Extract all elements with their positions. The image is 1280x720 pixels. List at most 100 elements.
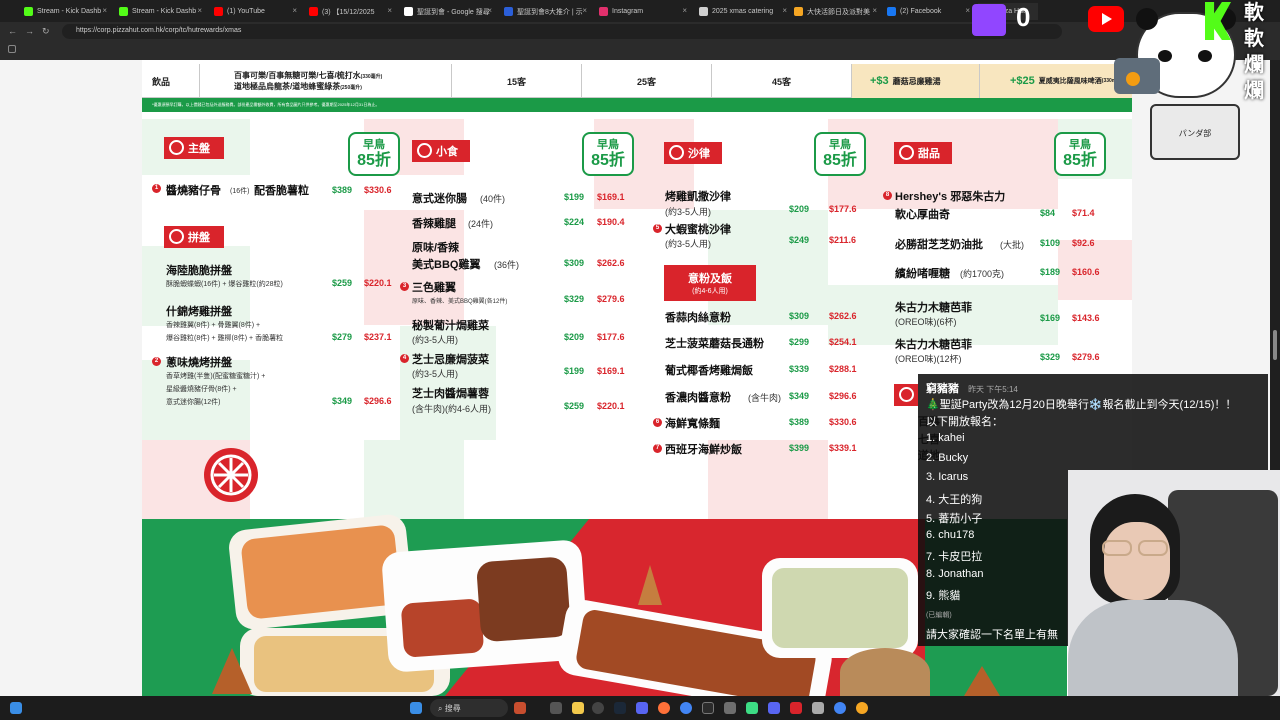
tree-decoration-icon (964, 666, 1000, 696)
discord-icon[interactable] (636, 702, 648, 714)
tab-title: 大快活節日及派對美 (807, 8, 870, 16)
reload-icon[interactable]: ↻ (42, 26, 50, 37)
close-icon[interactable]: × (102, 6, 107, 15)
menu-item-name: 烤雞凱撒沙律 (665, 191, 731, 203)
close-icon[interactable]: × (582, 6, 587, 15)
menu-item-name: 原味/香辣 (412, 242, 460, 254)
kick-icon (119, 7, 128, 16)
tab-google[interactable]: 聖誕到會 - Google 搜尋 × (400, 3, 495, 20)
terminal-icon[interactable] (702, 702, 714, 714)
tab-title: (1) YouTube (227, 8, 265, 15)
app-icon[interactable] (812, 702, 824, 714)
apps-icon[interactable] (8, 45, 16, 53)
obs-icon[interactable] (592, 702, 604, 714)
close-icon[interactable]: × (487, 6, 492, 15)
tab-kick-2[interactable]: Stream - Kick Dashb × (115, 3, 205, 20)
back-icon[interactable]: ← (8, 26, 17, 36)
tab-title: (2) Facebook (900, 8, 942, 15)
bookmarks-bar (0, 40, 1280, 60)
address-bar[interactable]: https://corp.pizzahut.com.hk/corp/tc/hut… (62, 24, 1062, 39)
close-icon[interactable]: × (292, 6, 297, 15)
tab-xmas-catering[interactable]: 2025 xmas catering × (695, 3, 790, 20)
regular-price: $249 (789, 235, 810, 245)
item-number: 2 (152, 357, 161, 366)
regular-price: $259 (564, 401, 585, 411)
chat-name-8: 8. Jonathan (926, 568, 984, 580)
app-icon[interactable] (724, 702, 736, 714)
snowflake-icon (899, 145, 914, 160)
menu-item-detail: (含牛肉) (748, 393, 781, 403)
menu-item-detail-2: 星級醬燒豬仔骨(8件) + (166, 386, 237, 393)
close-icon[interactable]: × (197, 6, 202, 15)
item-number: 3 (400, 282, 409, 291)
menu-item-detail: (16件) (230, 188, 250, 195)
chrome-icon[interactable] (834, 702, 846, 714)
chat-message-2: 以下開放報名： (926, 416, 1003, 428)
addon-soup-name: 蘑菇忌廉雞湯 (892, 76, 941, 86)
site-icon (794, 7, 803, 16)
tab-fairwood[interactable]: 大快活節日及派對美 × (790, 3, 880, 20)
tab-article[interactable]: 聖誕到會8大推介 | 示 × (500, 3, 590, 20)
addon-soup-price: +$3 (870, 75, 889, 87)
webcam-feed (1068, 470, 1280, 696)
regular-price: $109 (1040, 238, 1061, 248)
menu-item-detail: (36件) (494, 260, 520, 270)
tab-kick-1[interactable]: Stream - Kick Dashb × (20, 3, 110, 20)
regular-price: $309 (564, 258, 585, 268)
snowflake-icon (417, 143, 432, 158)
close-icon[interactable]: × (965, 6, 970, 15)
app-icon[interactable] (856, 702, 868, 714)
tab-youtube-live[interactable]: (3) 【15/12/2025 × (305, 3, 395, 20)
close-icon[interactable]: × (387, 6, 392, 15)
menu-item-name: Hershey's 邪惡朱古力 (895, 191, 1006, 203)
regular-price: $84 (1040, 208, 1056, 218)
menu-item-detail: 酥脆蝦蝶蝦(16件) + 爆谷雞粒(約28粒) (166, 281, 283, 288)
section-header-partial (894, 384, 918, 406)
food-plate-spinach (762, 558, 918, 658)
search-icon: ⌕ (438, 704, 445, 713)
regular-price: $169 (1040, 313, 1061, 323)
streamer-face (1104, 522, 1170, 600)
taskbar-search[interactable]: ⌕ 搜尋 (430, 699, 508, 717)
task-view-icon[interactable] (550, 702, 562, 714)
close-icon[interactable]: × (682, 6, 687, 15)
firefox-icon[interactable] (658, 702, 670, 714)
tab-title: 聖誕到會 - Google 搜尋 (417, 8, 490, 16)
google-icon (404, 7, 413, 16)
early-bird-price: $160.6 (1072, 267, 1100, 277)
windows-taskbar: ⌕ 搜尋 (0, 696, 1280, 720)
early-bird-price: $279.6 (1072, 352, 1100, 362)
regular-price: $209 (789, 204, 810, 214)
windows-start-icon[interactable] (410, 702, 422, 714)
regular-price: $299 (789, 337, 810, 347)
app-icon[interactable] (790, 702, 802, 714)
forward-icon[interactable]: → (25, 26, 34, 36)
menu-item-name: 芝士菠菜蘑菇長通粉 (665, 338, 764, 350)
app-icon[interactable] (746, 702, 758, 714)
menu-item-name: 西班牙海鮮炒飯 (665, 444, 742, 456)
app-icon[interactable] (768, 702, 780, 714)
tab-instagram[interactable]: Instagram × (595, 3, 690, 20)
scrollbar-thumb[interactable] (1273, 330, 1277, 360)
steam-icon[interactable] (614, 702, 626, 714)
glasses-icon (1102, 540, 1132, 556)
menu-item-name: 必勝甜芝芝奶油批 (895, 239, 983, 251)
tab-youtube[interactable]: (1) YouTube × (210, 3, 300, 20)
tab-facebook[interactable]: (2) Facebook × (883, 3, 973, 20)
menu-item-detail: (OREO味)(6杯) (895, 317, 957, 327)
menu-item-detail-3: 意式迷你腸(12件) (166, 399, 221, 406)
column-15-guests: 15客 (452, 64, 582, 98)
early-bird-price: $169.1 (597, 192, 625, 202)
food-shrimp (240, 524, 402, 620)
menu-item-name: 芝士肉醬焗薯蓉 (412, 388, 489, 400)
widgets-icon[interactable] (10, 702, 22, 714)
chrome-icon[interactable] (680, 702, 692, 714)
file-explorer-icon[interactable] (572, 702, 584, 714)
game-app-icon[interactable] (514, 702, 526, 714)
regular-price: $189 (1040, 267, 1061, 277)
food-cookie (840, 648, 930, 696)
close-icon[interactable]: × (782, 6, 787, 15)
channel-char: 爛 (1244, 54, 1264, 76)
close-icon[interactable]: × (872, 6, 877, 15)
chat-username: 窮豬豬 昨天 下午5:14 (926, 380, 1018, 396)
